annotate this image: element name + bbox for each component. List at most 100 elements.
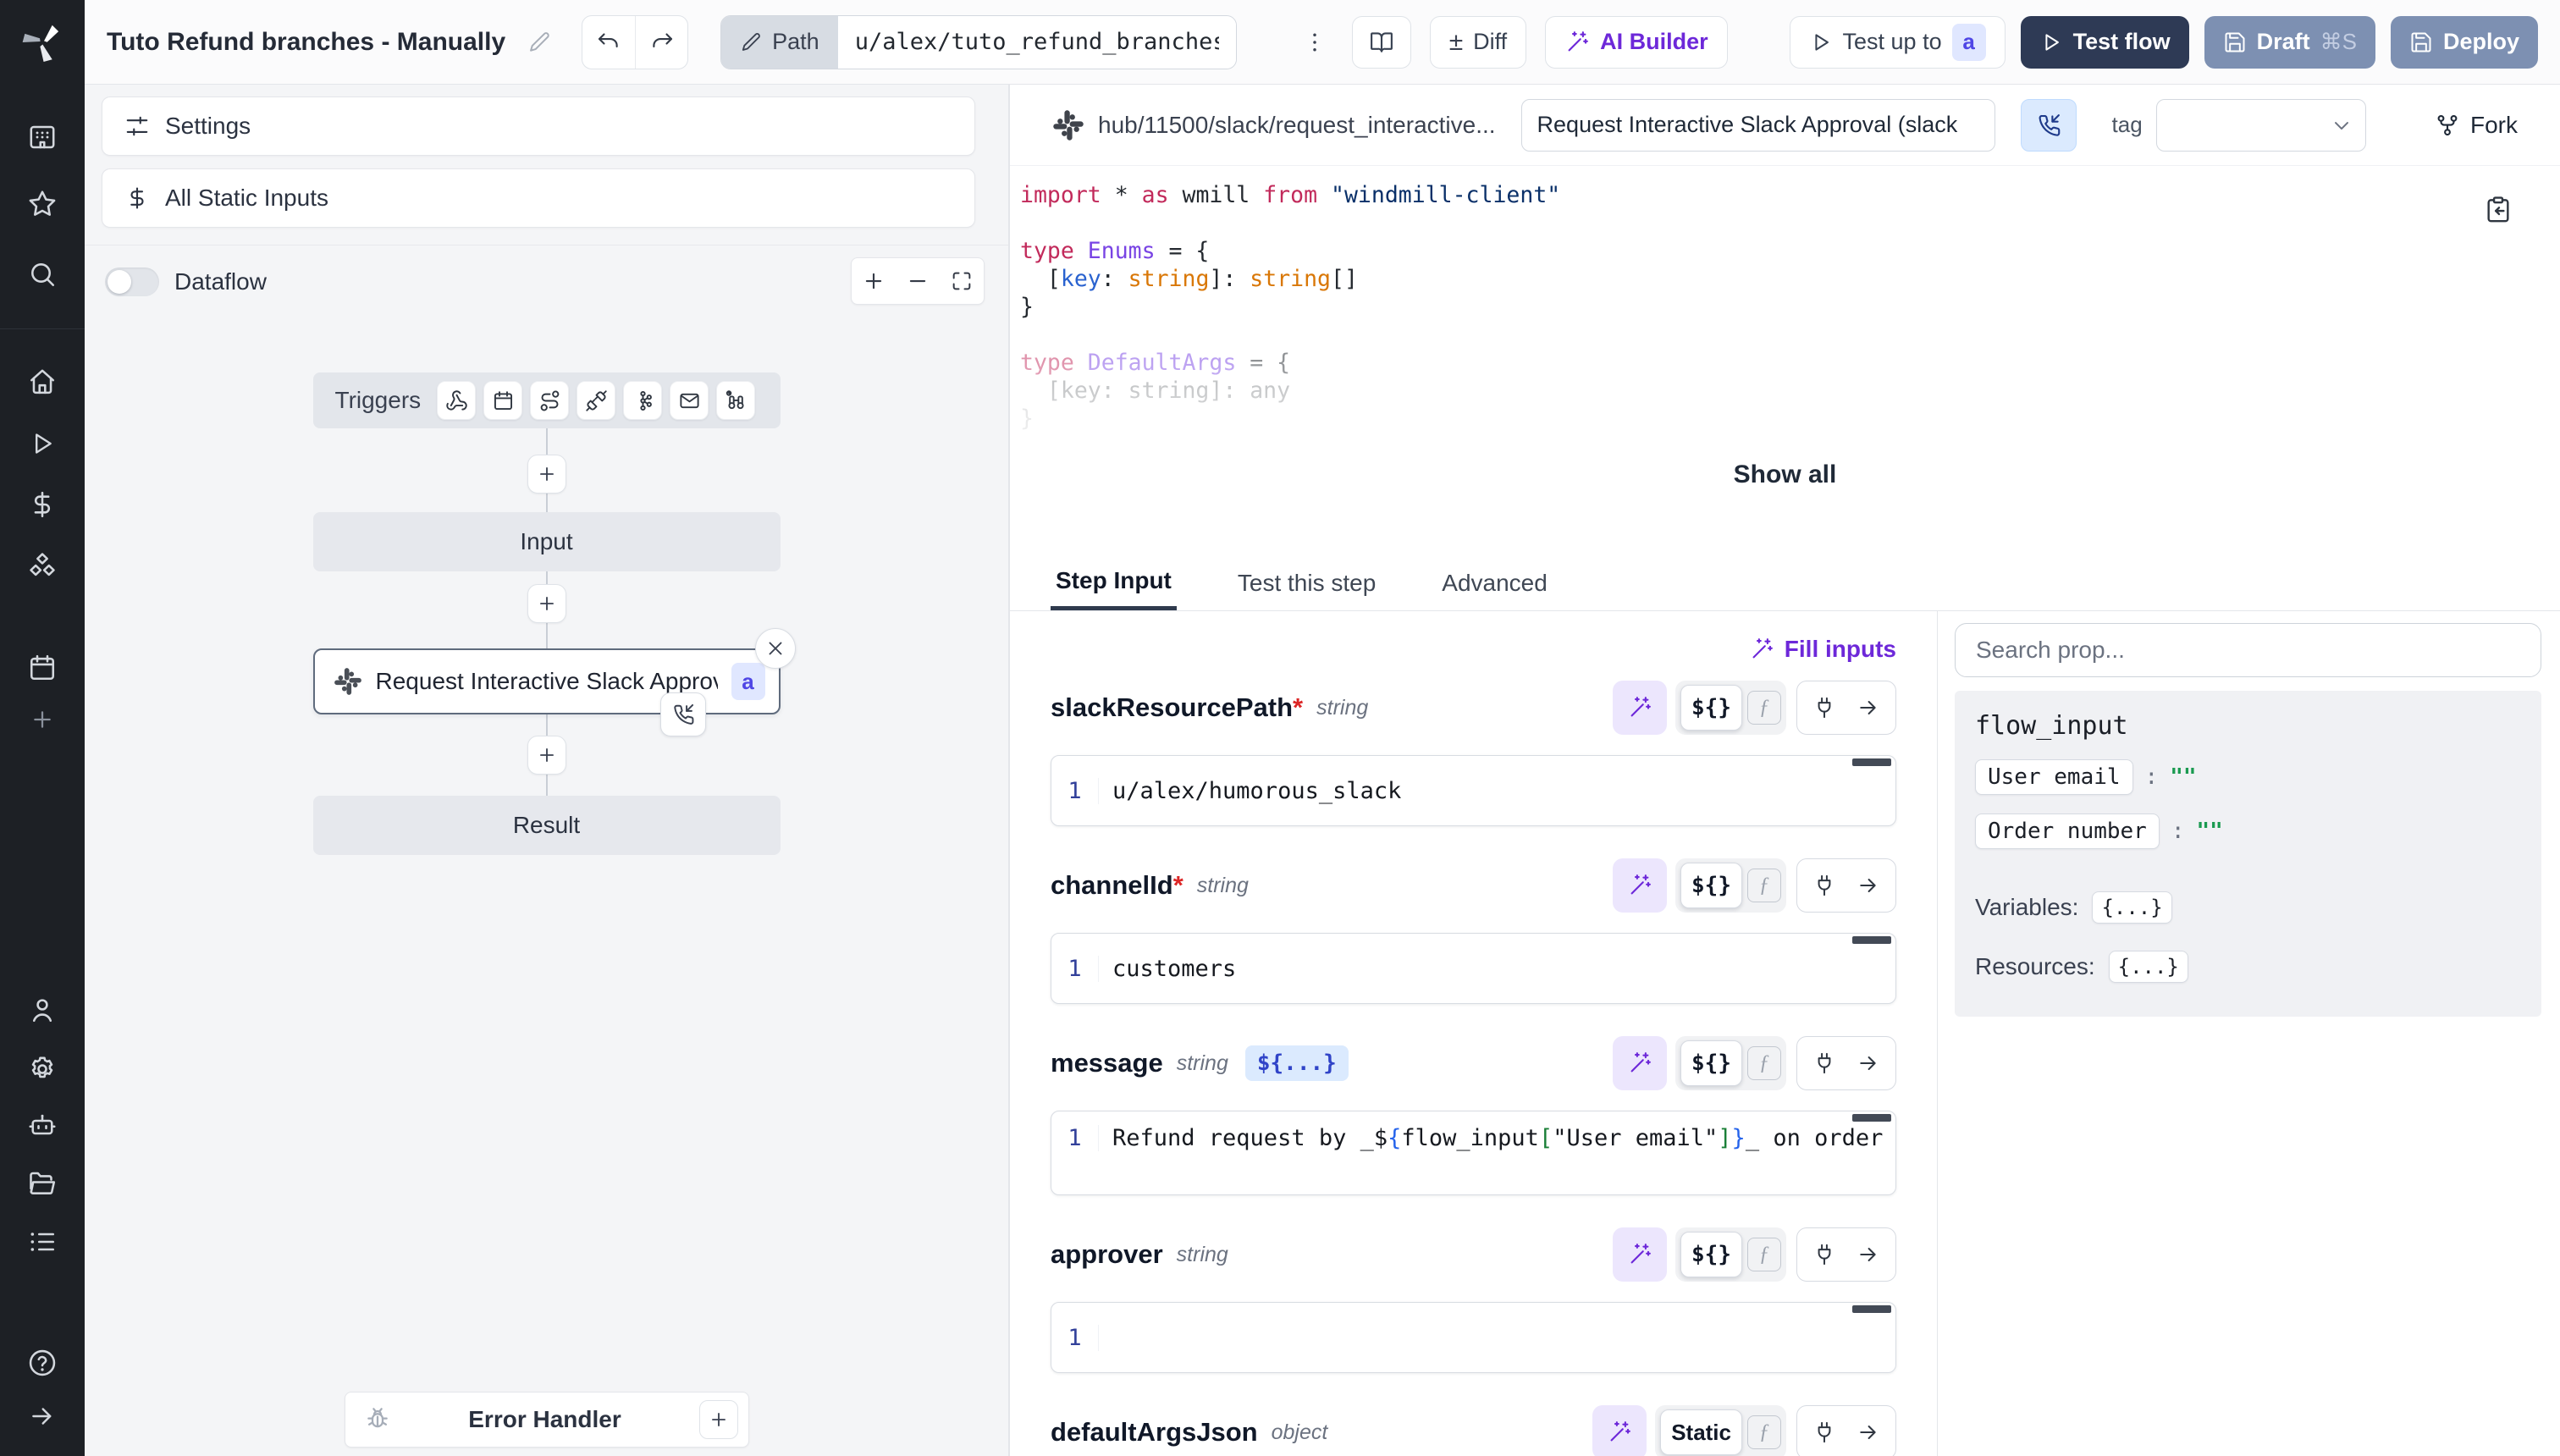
add-plus-icon[interactable]: [24, 701, 61, 738]
arrow-right-icon[interactable]: [1857, 874, 1880, 897]
zoom-in-button[interactable]: [852, 258, 896, 304]
workspace-icon[interactable]: [24, 119, 61, 156]
hub-script-path[interactable]: hub/11500/slack/request_interactive...: [1098, 112, 1496, 139]
code-preview[interactable]: import * as wmill from "windmill-client"…: [1010, 166, 2560, 555]
function-mode-button[interactable]: ƒ: [1747, 1415, 1781, 1449]
function-mode-button[interactable]: ƒ: [1747, 691, 1781, 725]
scrollbar-stub[interactable]: [1852, 758, 1891, 766]
add-step-button[interactable]: [527, 736, 566, 775]
docs-book-button[interactable]: [1352, 16, 1411, 69]
show-all-code-button[interactable]: Show all: [1734, 461, 1837, 489]
folders-icon[interactable]: [24, 1165, 61, 1202]
error-handler-node[interactable]: Error Handler: [345, 1392, 749, 1448]
field-code-editor[interactable]: 1 u/alex/humorous_slack: [1051, 755, 1896, 826]
field-code-editor[interactable]: 1 Refund request by _${flow_input["User …: [1051, 1111, 1896, 1195]
template-mode-button[interactable]: ${}: [1680, 863, 1742, 908]
all-static-inputs-button[interactable]: All Static Inputs: [102, 168, 975, 228]
edit-title-icon[interactable]: [527, 30, 551, 54]
tab-advanced[interactable]: Advanced: [1437, 555, 1553, 610]
favorites-star-icon[interactable]: [24, 185, 61, 223]
plug-icon[interactable]: [1812, 1243, 1836, 1266]
variables-expand-chip[interactable]: {...}: [2092, 891, 2171, 924]
scrollbar-stub[interactable]: [1852, 1305, 1891, 1313]
ai-fill-field-button[interactable]: [1613, 1036, 1667, 1090]
plug-icon[interactable]: [1812, 1420, 1836, 1444]
field-code-editor[interactable]: 1: [1051, 1302, 1896, 1373]
template-mode-button[interactable]: ${}: [1680, 685, 1742, 731]
slack-approval-step-node[interactable]: Request Interactive Slack Approval (... …: [313, 648, 781, 714]
more-options-kebab-icon[interactable]: [1296, 16, 1333, 69]
settings-gear-icon[interactable]: [24, 1051, 61, 1088]
redo-button[interactable]: [635, 16, 687, 69]
static-mode-button[interactable]: Static: [1660, 1409, 1742, 1455]
variables-dollar-icon[interactable]: [24, 486, 61, 523]
home-icon[interactable]: [24, 363, 61, 400]
test-up-to-button[interactable]: Test up to a: [1790, 16, 2006, 69]
step-summary-input[interactable]: [1521, 99, 1995, 152]
fork-button[interactable]: Fork: [2435, 112, 2518, 139]
template-mode-button[interactable]: ${}: [1680, 1040, 1742, 1086]
plug-icon[interactable]: [1812, 696, 1836, 720]
arrow-right-icon[interactable]: [1857, 1243, 1880, 1266]
resources-boxes-icon[interactable]: [24, 548, 61, 585]
test-flow-button[interactable]: Test flow: [2021, 16, 2189, 69]
webhook-trigger-icon[interactable]: [437, 381, 476, 420]
ai-builder-button[interactable]: AI Builder: [1545, 16, 1728, 69]
template-mode-button[interactable]: ${}: [1680, 1232, 1742, 1277]
search-icon[interactable]: [24, 256, 61, 293]
http-route-trigger-icon[interactable]: [530, 381, 569, 420]
email-trigger-icon[interactable]: [670, 381, 709, 420]
path-label[interactable]: Path: [721, 16, 838, 69]
copy-clipboard-icon[interactable]: [2484, 195, 2513, 223]
websocket-trigger-icon[interactable]: [577, 381, 615, 420]
add-step-button[interactable]: [527, 584, 566, 623]
ai-fill-field-button[interactable]: [1613, 681, 1667, 735]
schedule-trigger-icon[interactable]: [483, 381, 522, 420]
users-person-icon[interactable]: [24, 991, 61, 1029]
audit-list-icon[interactable]: [24, 1223, 61, 1260]
add-error-handler-button[interactable]: [699, 1400, 738, 1439]
suspend-approval-phone-icon[interactable]: [660, 692, 706, 736]
flow-input-root[interactable]: flow_input: [1975, 711, 2521, 741]
fit-view-button[interactable]: [940, 258, 984, 304]
expand-sidebar-arrow-icon[interactable]: [24, 1398, 61, 1435]
fill-inputs-button[interactable]: Fill inputs: [1749, 636, 1896, 663]
tag-select[interactable]: [2156, 99, 2366, 152]
plug-icon[interactable]: [1812, 1051, 1836, 1075]
deploy-button[interactable]: Deploy: [2391, 16, 2538, 69]
undo-button[interactable]: [582, 16, 635, 69]
function-mode-button[interactable]: ƒ: [1747, 1046, 1781, 1080]
function-mode-button[interactable]: ƒ: [1747, 869, 1781, 902]
flow-settings-button[interactable]: Settings: [102, 97, 975, 156]
delete-step-close-icon[interactable]: [755, 628, 796, 669]
add-step-button[interactable]: [527, 455, 566, 494]
zoom-out-button[interactable]: [896, 258, 940, 304]
diff-button[interactable]: ± Diff: [1430, 16, 1526, 69]
function-mode-button[interactable]: ƒ: [1747, 1238, 1781, 1271]
arrow-right-icon[interactable]: [1857, 1051, 1880, 1075]
path-input[interactable]: [838, 16, 1236, 69]
tab-step-input[interactable]: Step Input: [1051, 555, 1177, 610]
draft-button[interactable]: Draft ⌘S: [2204, 16, 2375, 69]
dataflow-toggle[interactable]: [105, 267, 159, 296]
triggers-node[interactable]: Triggers: [313, 372, 781, 428]
plug-icon[interactable]: [1812, 874, 1836, 897]
search-prop-input[interactable]: [1955, 623, 2541, 677]
input-node[interactable]: Input: [313, 512, 781, 571]
help-icon[interactable]: [24, 1344, 61, 1382]
runs-play-icon[interactable]: [24, 425, 61, 462]
ai-bot-icon[interactable]: [24, 1107, 61, 1144]
tab-test-this-step[interactable]: Test this step: [1233, 555, 1381, 610]
scrollbar-stub[interactable]: [1852, 936, 1891, 944]
field-code-editor[interactable]: 1 customers: [1051, 933, 1896, 1004]
schedules-calendar-icon[interactable]: [24, 649, 61, 687]
arrow-right-icon[interactable]: [1857, 696, 1880, 720]
result-node[interactable]: Result: [313, 796, 781, 855]
windmill-logo-icon[interactable]: [0, 0, 85, 85]
poll-trigger-icon[interactable]: [716, 381, 755, 420]
kafka-trigger-icon[interactable]: [623, 381, 662, 420]
suspend-approval-phone-button[interactable]: [2021, 99, 2077, 152]
arrow-right-icon[interactable]: [1857, 1420, 1880, 1444]
prop-key-chip[interactable]: User email: [1975, 759, 2133, 795]
resources-expand-chip[interactable]: {...}: [2109, 951, 2188, 983]
